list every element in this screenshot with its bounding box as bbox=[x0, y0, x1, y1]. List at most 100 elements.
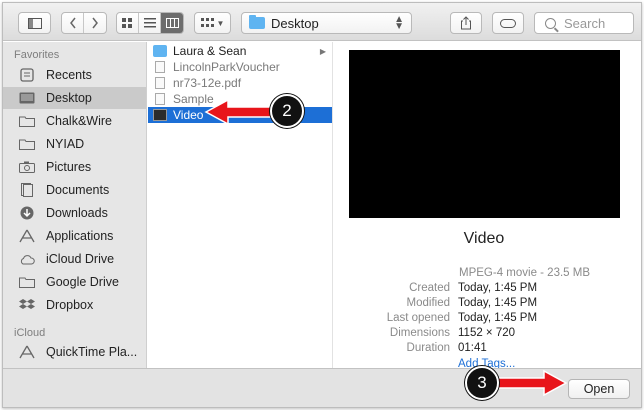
sidebar-item-label: Applications bbox=[46, 229, 114, 243]
download-icon bbox=[17, 206, 37, 220]
sidebar-item-label: Google Drive bbox=[46, 275, 119, 289]
grid-icon bbox=[122, 17, 132, 28]
sidebar-item-chalkwire[interactable]: Chalk&Wire bbox=[3, 110, 146, 132]
tag-icon bbox=[500, 18, 516, 28]
grid-group-icon bbox=[200, 18, 214, 27]
meta-key: Modified bbox=[406, 297, 450, 309]
sidebar-item-icloud-drive[interactable]: iCloud Drive bbox=[3, 248, 146, 270]
file-name: LincolnParkVoucher bbox=[173, 60, 280, 74]
sidebar-item-quicktime[interactable]: QuickTime Pla... bbox=[3, 341, 146, 363]
sidebar-item-label: Recents bbox=[46, 68, 92, 82]
preview-pane: Video MPEG-4 movie - 23.5 MB Created Tod… bbox=[334, 42, 641, 370]
recents-icon bbox=[17, 68, 37, 82]
file-row-nr73-pdf[interactable]: nr73-12e.pdf bbox=[148, 75, 332, 91]
file-row-laura-sean[interactable]: Laura & Sean ▶ bbox=[148, 43, 332, 59]
search-icon bbox=[545, 17, 556, 29]
sidebar-item-label: Desktop bbox=[46, 91, 92, 105]
search-placeholder: Search bbox=[564, 15, 606, 31]
pdf-icon bbox=[155, 77, 165, 89]
preview-file-kind: MPEG-4 movie - 23.5 MB bbox=[459, 267, 591, 279]
open-button[interactable]: Open bbox=[568, 379, 630, 399]
sidebar-item-label: Pictures bbox=[46, 160, 92, 174]
group-by-button[interactable]: ▼ bbox=[194, 12, 231, 34]
sidebar-item-pictures[interactable]: Pictures bbox=[3, 156, 146, 178]
camera-icon bbox=[17, 160, 37, 174]
meta-created: Created Today, 1:45 PM bbox=[334, 282, 634, 297]
sidebar-toggle-button[interactable] bbox=[18, 12, 51, 34]
disclosure-arrow-icon: ▶ bbox=[319, 46, 326, 56]
meta-modified: Modified Today, 1:45 PM bbox=[334, 297, 634, 312]
sidebar-icon bbox=[27, 17, 42, 29]
sidebar-item-desktop[interactable]: Desktop bbox=[3, 87, 146, 109]
folder-icon bbox=[17, 275, 37, 289]
icloud-heading: iCloud bbox=[14, 327, 46, 339]
list-icon bbox=[143, 18, 156, 28]
back-forward-buttons bbox=[61, 12, 107, 34]
meta-duration: Duration 01:41 bbox=[334, 342, 634, 357]
meta-value: 01:41 bbox=[458, 342, 487, 354]
file-name: nr73-12e.pdf bbox=[173, 76, 242, 90]
meta-value: Today, 1:45 PM bbox=[458, 312, 538, 324]
sidebar-item-nyiad[interactable]: NYIAD bbox=[3, 133, 146, 155]
chevron-left-icon bbox=[69, 17, 76, 29]
cloud-icon bbox=[17, 252, 37, 266]
tags-button[interactable] bbox=[492, 12, 524, 34]
columns-icon bbox=[165, 18, 179, 28]
sidebar-item-label: Dropbox bbox=[46, 298, 94, 312]
folder-icon bbox=[17, 137, 37, 151]
video-thumbnail bbox=[349, 50, 620, 218]
finder-open-dialog: ▼ Desktop ▲ ▼ Search Favorites Recents De… bbox=[2, 2, 642, 408]
meta-last-opened: Last opened Today, 1:45 PM bbox=[334, 312, 634, 327]
meta-dimensions: Dimensions 1152 × 720 bbox=[334, 327, 634, 342]
file-column: Laura & Sean ▶ LincolnParkVoucher nr73-1… bbox=[148, 42, 333, 368]
document-icon bbox=[155, 93, 165, 105]
sidebar-item-downloads[interactable]: Downloads bbox=[3, 202, 146, 224]
share-icon bbox=[461, 16, 471, 30]
applications-icon bbox=[17, 229, 37, 243]
meta-value: Today, 1:45 PM bbox=[458, 282, 538, 294]
file-name: Video bbox=[173, 108, 204, 122]
sidebar-item-applications[interactable]: Applications bbox=[3, 225, 146, 247]
meta-key: Last opened bbox=[386, 312, 450, 324]
meta-value: Today, 1:45 PM bbox=[458, 297, 538, 309]
sidebar-item-recents[interactable]: Recents bbox=[3, 64, 146, 86]
search-field[interactable]: Search bbox=[534, 12, 634, 34]
dropbox-icon bbox=[17, 298, 37, 312]
desktop-icon bbox=[17, 91, 37, 105]
sidebar-item-label: Chalk&Wire bbox=[46, 114, 112, 128]
favorites-heading: Favorites bbox=[14, 49, 60, 61]
sidebar-item-google-drive[interactable]: Google Drive bbox=[3, 271, 146, 293]
sidebar: Favorites Recents Desktop Chalk&Wire NYI… bbox=[3, 42, 147, 368]
sidebar-item-documents[interactable]: Documents bbox=[3, 179, 146, 201]
folder-icon bbox=[153, 45, 167, 57]
location-popup[interactable]: Desktop ▲ ▼ bbox=[241, 12, 412, 34]
column-view-button[interactable] bbox=[161, 13, 183, 33]
share-button[interactable] bbox=[450, 12, 482, 34]
sidebar-item-label: Downloads bbox=[46, 206, 108, 220]
list-view-button[interactable] bbox=[139, 13, 161, 33]
sidebar-item-label: NYIAD bbox=[46, 137, 85, 151]
meta-key: Created bbox=[409, 282, 450, 294]
updown-chevron-icon: ▲ ▼ bbox=[394, 14, 404, 32]
annotation-arrow-3 bbox=[497, 369, 568, 397]
icon-view-button[interactable] bbox=[117, 13, 139, 33]
annotation-badge-2: 2 bbox=[270, 94, 304, 128]
chevron-right-icon bbox=[92, 17, 98, 29]
chevron-down-icon: ▼ bbox=[216, 18, 225, 28]
file-row-lincolnparkvoucher[interactable]: LincolnParkVoucher bbox=[148, 59, 332, 75]
folder-icon bbox=[17, 114, 37, 128]
sidebar-item-dropbox[interactable]: Dropbox bbox=[3, 294, 146, 316]
sidebar-item-label: iCloud Drive bbox=[46, 252, 115, 266]
file-name: Laura & Sean bbox=[173, 44, 247, 58]
folder-icon bbox=[249, 15, 265, 29]
meta-key: Duration bbox=[406, 342, 450, 354]
sidebar-item-label: Documents bbox=[46, 183, 110, 197]
back-button[interactable] bbox=[62, 13, 84, 33]
video-icon bbox=[153, 109, 167, 121]
document-icon bbox=[155, 61, 165, 73]
location-label: Desktop bbox=[271, 15, 319, 31]
forward-button[interactable] bbox=[84, 13, 106, 33]
preview-file-name: Video bbox=[463, 230, 505, 247]
annotation-badge-3: 3 bbox=[465, 366, 499, 400]
annotation-arrow-2 bbox=[204, 98, 275, 126]
